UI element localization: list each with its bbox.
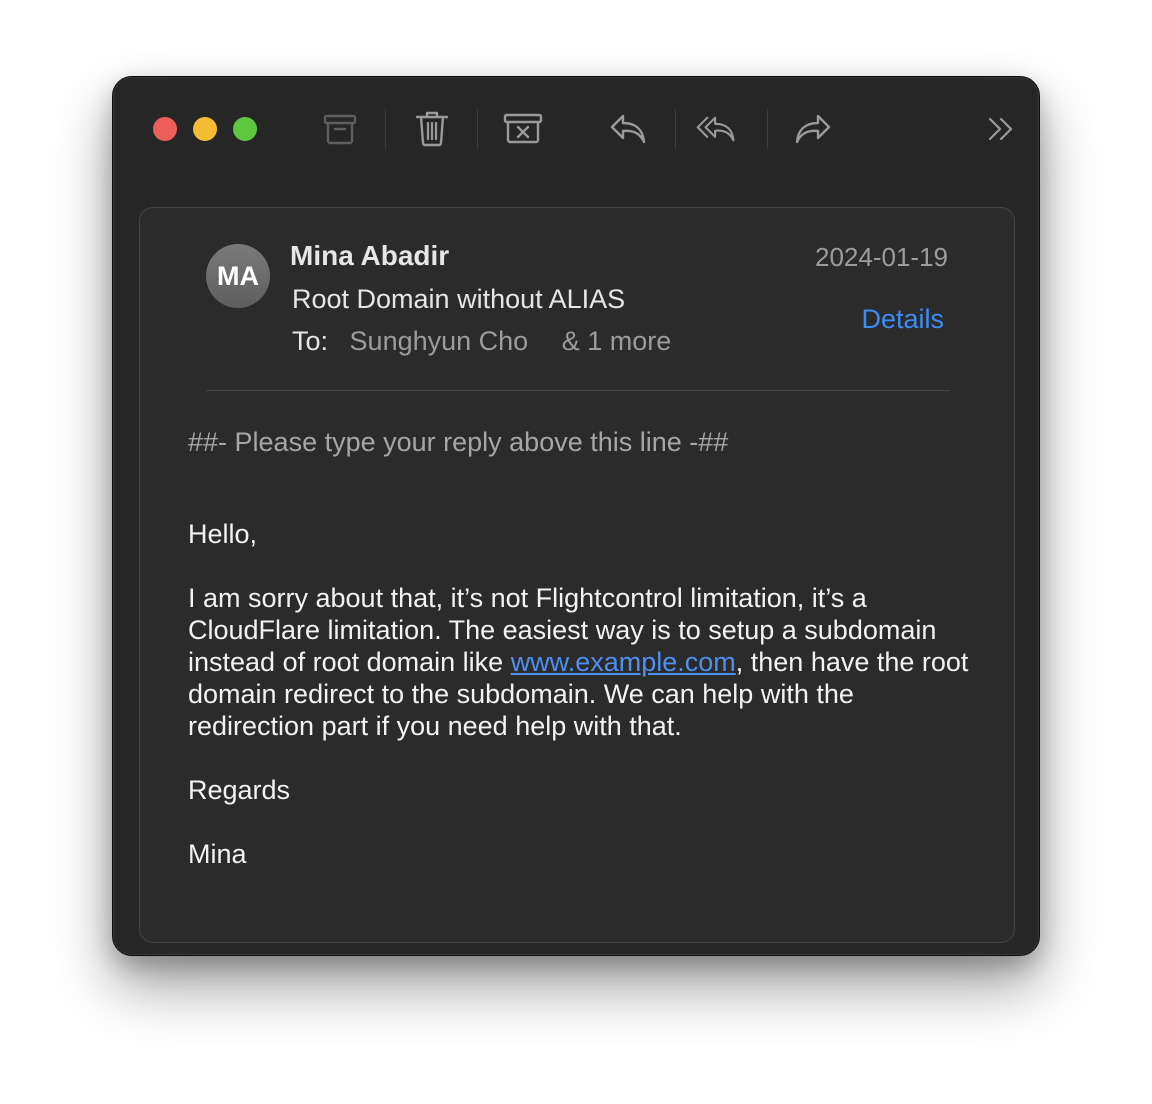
close-window-button[interactable] (153, 117, 177, 141)
reply-button[interactable] (608, 109, 648, 149)
avatar: MA (206, 244, 270, 308)
message-subject: Root Domain without ALIAS (292, 284, 626, 314)
reply-icon (610, 114, 646, 144)
regards: Regards (188, 775, 291, 805)
message-card: MA Mina Abadir 2024-01-19 Root Domain wi… (139, 207, 1015, 943)
toolbar-separator (767, 109, 768, 149)
trash-icon (415, 111, 449, 147)
delete-button[interactable] (412, 109, 452, 149)
junk-button[interactable] (503, 109, 543, 149)
toolbar-overflow-button[interactable] (981, 109, 1021, 149)
toolbar-separator (477, 109, 478, 149)
sender-name[interactable]: Mina Abadir (290, 240, 449, 272)
to-label: To: (292, 326, 329, 356)
message-date: 2024-01-19 (815, 242, 948, 272)
minimize-window-button[interactable] (193, 117, 217, 141)
toolbar-separator (385, 109, 386, 149)
toolbar-separator (675, 109, 676, 149)
body-paragraph: I am sorry about that, it’s not Flightco… (188, 582, 978, 742)
signature: Mina (188, 839, 247, 869)
reply-all-icon (696, 116, 735, 142)
recipients-row: To: Sunghyun Cho & 1 more (292, 326, 671, 357)
example-link[interactable]: www.example.com (511, 647, 736, 677)
zoom-window-button[interactable] (233, 117, 257, 141)
details-link[interactable]: Details (861, 304, 944, 335)
more-recipients[interactable]: & 1 more (562, 326, 672, 356)
header-divider (206, 390, 950, 391)
mail-window: MA Mina Abadir 2024-01-19 Root Domain wi… (112, 76, 1040, 956)
junk-icon (503, 113, 543, 144)
message-body: ##- Please type your reply above this li… (188, 426, 978, 870)
more-chevrons-icon (988, 117, 1013, 141)
toolbar (113, 77, 1039, 187)
reply-separator-text: ##- Please type your reply above this li… (188, 427, 729, 457)
archive-button[interactable] (320, 109, 360, 149)
forward-button[interactable] (793, 109, 833, 149)
reply-all-button[interactable] (696, 109, 736, 149)
forward-icon (795, 114, 831, 144)
recipient-name[interactable]: Sunghyun Cho (350, 326, 529, 356)
archive-icon (323, 114, 357, 145)
greeting: Hello, (188, 519, 258, 549)
